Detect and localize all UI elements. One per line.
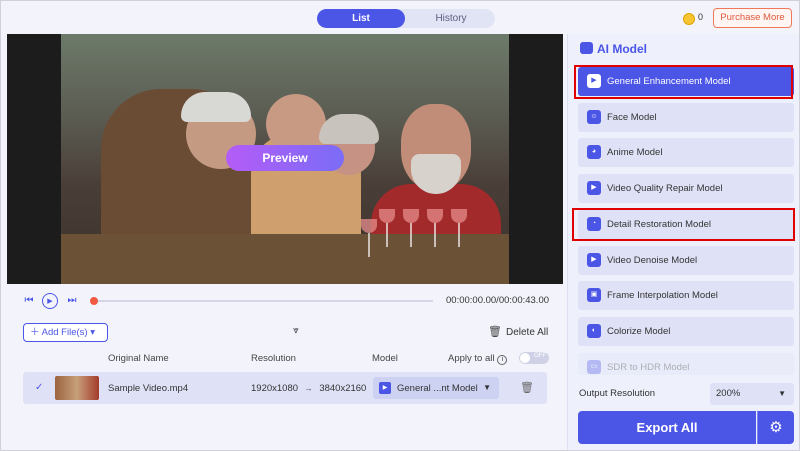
denoise-icon: ▶ bbox=[587, 253, 601, 267]
skip-back-icon[interactable]: ⏮ bbox=[21, 293, 37, 309]
app-window: List History 0 Purchase More Preview ⏮ ▶… bbox=[0, 0, 800, 451]
progress-thumb[interactable] bbox=[90, 297, 98, 305]
tab-list[interactable]: List bbox=[317, 9, 405, 28]
check-icon[interactable]: ✓ bbox=[35, 382, 43, 393]
time-display: 00:00:00.00/00:00:43.00 bbox=[446, 295, 550, 306]
model-select[interactable]: ▶ General ...nt Model ▼ bbox=[373, 377, 499, 399]
tab-history[interactable]: History bbox=[407, 9, 495, 28]
model-video-denoise[interactable]: ▶ Video Denoise Model bbox=[578, 246, 794, 275]
progress-track[interactable] bbox=[93, 300, 433, 302]
anime-icon: ◕ bbox=[587, 145, 601, 159]
table-row[interactable]: ✓ Sample Video.mp4 1920x1080 → 3840x2160… bbox=[23, 372, 547, 404]
model-anime[interactable]: ◕ Anime Model bbox=[578, 138, 794, 167]
palette-icon: ◐ bbox=[587, 324, 601, 338]
collapse-icon[interactable]: ⩔ bbox=[289, 325, 303, 339]
add-files-label: Add File(s) bbox=[41, 327, 88, 338]
coin-icon bbox=[683, 13, 695, 25]
gear-icon[interactable]: ⚙ bbox=[757, 411, 794, 444]
face-icon: ☺ bbox=[587, 110, 601, 124]
apply-to-all-label: Apply to all bbox=[448, 353, 495, 364]
output-resolution-select[interactable]: 200% ▼ bbox=[710, 383, 794, 405]
delete-all-label: Delete All bbox=[505, 327, 549, 338]
output-resolution-label: Output Resolution bbox=[579, 388, 656, 399]
file-name: Sample Video.mp4 bbox=[108, 383, 189, 394]
hdr-icon: ▭ bbox=[587, 360, 601, 374]
resolution-value: 1920x1080 → 3840x2160 bbox=[251, 383, 367, 394]
video-thumbnail bbox=[55, 376, 99, 400]
view-switch: List History bbox=[317, 9, 495, 28]
model-select-label: General ...nt Model bbox=[397, 383, 478, 394]
chevron-down-icon: ▼ bbox=[778, 389, 786, 398]
output-resolution-value: 200% bbox=[716, 388, 741, 399]
model-general-enhancement[interactable]: ▶ General Enhancement Model bbox=[578, 67, 794, 96]
info-icon[interactable]: i bbox=[497, 355, 508, 365]
frame-icon: ▣ bbox=[587, 288, 601, 302]
robot-icon bbox=[580, 42, 593, 54]
arrow-right-icon: → bbox=[304, 384, 313, 393]
purchase-more-button[interactable]: Purchase More bbox=[713, 8, 792, 28]
toggle-state-label: OFF bbox=[534, 353, 546, 359]
top-bar: List History 0 Purchase More bbox=[1, 1, 799, 35]
header-resolution: Resolution bbox=[251, 353, 296, 364]
header-original-name: Original Name bbox=[108, 353, 169, 364]
model-icon: ▶ bbox=[379, 382, 391, 394]
model-face[interactable]: ☺ Face Model bbox=[578, 103, 794, 132]
play-icon[interactable]: ▶ bbox=[42, 293, 58, 309]
player-controls: ⏮ ▶ ⏭ 00:00:00.00/00:00:43.00 bbox=[7, 289, 563, 313]
trash-icon[interactable]: 🗑 bbox=[520, 381, 534, 394]
trash-icon: 🗑 bbox=[488, 326, 502, 338]
ai-model-header: AI Model bbox=[580, 42, 647, 56]
ai-model-panel: AI Model ▶ General Enhancement Model ☺ F… bbox=[567, 34, 799, 450]
video-preview: Preview bbox=[7, 34, 563, 284]
chevron-down-icon: ▾ bbox=[87, 327, 95, 338]
model-video-quality-repair[interactable]: ▶ Video Quality Repair Model bbox=[578, 174, 794, 203]
model-colorize[interactable]: ◐ Colorize Model bbox=[578, 317, 794, 346]
model-sdr-to-hdr[interactable]: ▭ SDR to HDR Model bbox=[578, 353, 794, 375]
skip-forward-icon[interactable]: ⏭ bbox=[64, 293, 80, 309]
add-files-button[interactable]: ＋ Add File(s) ▾ bbox=[23, 323, 108, 342]
header-apply-to-all: Apply to all i bbox=[448, 353, 508, 365]
coin-count: 0 bbox=[698, 12, 704, 22]
delete-all-button[interactable]: 🗑 Delete All bbox=[488, 325, 548, 338]
file-table-header: Original Name Resolution Model Apply to … bbox=[7, 349, 563, 369]
plus-icon: ＋ bbox=[30, 327, 42, 338]
chevron-down-icon: ▼ bbox=[483, 383, 491, 392]
model-frame-interpolation[interactable]: ▣ Frame Interpolation Model bbox=[578, 281, 794, 310]
video-enhance-icon: ▶ bbox=[587, 74, 601, 88]
restoration-icon: ◔ bbox=[587, 217, 601, 231]
preview-button[interactable]: Preview bbox=[226, 145, 344, 171]
header-model: Model bbox=[372, 353, 398, 364]
model-detail-restoration[interactable]: ◔ Detail Restoration Model bbox=[578, 210, 794, 239]
repair-icon: ▶ bbox=[587, 181, 601, 195]
export-all-button[interactable]: Export All bbox=[578, 411, 756, 444]
apply-to-all-toggle[interactable]: OFF bbox=[519, 352, 549, 364]
